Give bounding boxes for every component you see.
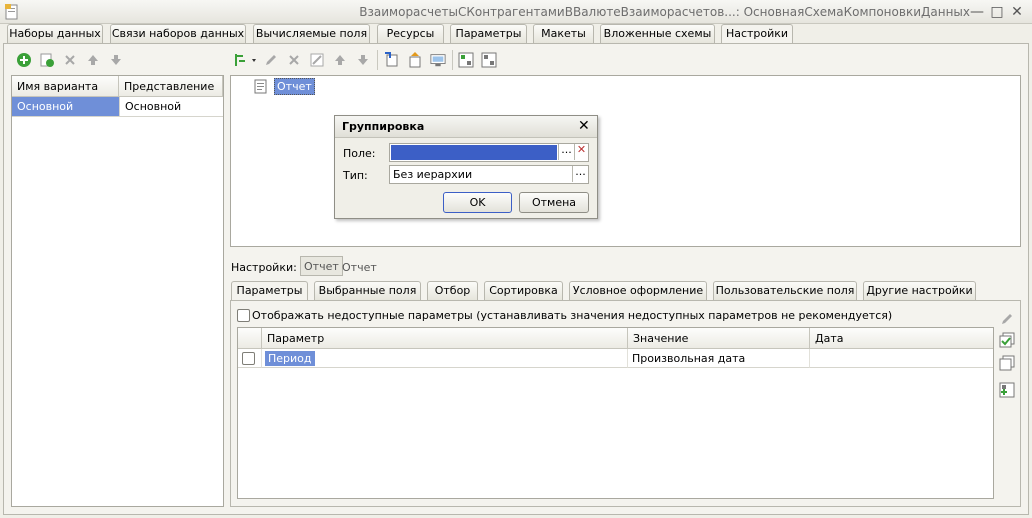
parameter-name: Период bbox=[265, 351, 315, 366]
dialog-title: Группировка bbox=[335, 116, 597, 138]
close-icon[interactable]: ✕ bbox=[1008, 3, 1026, 21]
move-to-parent-icon[interactable] bbox=[407, 52, 423, 68]
show-unavailable-label: Отображать недоступные параметры (устана… bbox=[252, 309, 893, 322]
window-title: ВзаиморасчетыСКонтрагентамиВВалютеВзаимо… bbox=[359, 5, 970, 19]
toolbar-separator bbox=[452, 50, 453, 70]
type-select[interactable]: Без иерархии ... bbox=[389, 165, 589, 184]
minimize-icon[interactable]: — bbox=[968, 3, 986, 21]
edit-param-icon[interactable] bbox=[999, 311, 1015, 327]
value-cell[interactable]: Произвольная дата bbox=[628, 349, 810, 368]
tab-resources[interactable]: Ресурсы bbox=[377, 24, 444, 43]
date-cell[interactable] bbox=[810, 349, 993, 368]
add-param-icon[interactable] bbox=[999, 382, 1015, 398]
column-header-parameter[interactable]: Параметр bbox=[262, 328, 628, 349]
move-down-item-icon[interactable] bbox=[355, 52, 371, 68]
move-down-icon[interactable] bbox=[108, 52, 124, 68]
tab-sort[interactable]: Сортировка bbox=[484, 281, 563, 300]
column-header-presentation[interactable]: Представление bbox=[119, 76, 223, 97]
cancel-button[interactable]: Отмена bbox=[519, 192, 589, 213]
column-header-date[interactable]: Дата bbox=[810, 328, 993, 349]
properties-icon[interactable] bbox=[309, 52, 325, 68]
params-table: Параметр Значение Дата Период Произвольн… bbox=[237, 327, 994, 499]
title-bar: ВзаиморасчетыСКонтрагентамиВВалютеВзаимо… bbox=[0, 0, 1032, 24]
move-up-item-icon[interactable] bbox=[332, 52, 348, 68]
ok-button[interactable]: OK bbox=[443, 192, 512, 213]
tab-data-set-links[interactable]: Связи наборов данных bbox=[110, 24, 246, 43]
settings-label: Настройки: bbox=[231, 261, 297, 274]
add-icon[interactable] bbox=[16, 52, 32, 68]
column-header-value[interactable]: Значение bbox=[628, 328, 810, 349]
variants-table: Имя варианта Представление Основной Осно… bbox=[11, 75, 224, 507]
field-label: Поле: bbox=[343, 147, 376, 160]
tab-settings[interactable]: Настройки bbox=[721, 24, 793, 44]
edit-icon[interactable] bbox=[263, 52, 279, 68]
uncheck-all-icon[interactable] bbox=[999, 355, 1015, 371]
add-grouping-icon[interactable] bbox=[233, 52, 259, 68]
variant-name-cell[interactable]: Основной bbox=[12, 97, 119, 117]
show-unavailable-checkbox[interactable] bbox=[237, 309, 250, 322]
tab-other-settings[interactable]: Другие настройки bbox=[863, 281, 976, 300]
select-field-button[interactable]: ... bbox=[558, 144, 574, 160]
field-input[interactable]: ... ✕ bbox=[389, 143, 589, 162]
tab-filter[interactable]: Отбор bbox=[427, 281, 478, 300]
report-node[interactable]: Отчет bbox=[274, 78, 315, 95]
dialog-close-icon[interactable]: ✕ bbox=[578, 119, 590, 133]
check-all-icon[interactable] bbox=[999, 332, 1015, 348]
select-type-button[interactable]: ... bbox=[572, 166, 588, 182]
variant-presentation-cell[interactable]: Основной bbox=[119, 97, 223, 117]
field-settings-icon[interactable] bbox=[481, 52, 497, 68]
move-up-icon[interactable] bbox=[85, 52, 101, 68]
tab-parameters[interactable]: Параметры bbox=[450, 24, 527, 43]
tab-conditional-format[interactable]: Условное оформление bbox=[569, 281, 707, 300]
tab-data-sets[interactable]: Наборы данных bbox=[7, 24, 103, 43]
tab-nested-schemas[interactable]: Вложенные схемы bbox=[600, 24, 715, 43]
tab-user-fields[interactable]: Пользовательские поля bbox=[713, 281, 857, 300]
tab-params[interactable]: Параметры bbox=[231, 281, 308, 301]
report-node-icon bbox=[254, 79, 268, 98]
parameter-cell[interactable]: Период bbox=[262, 349, 628, 368]
column-header-variant-name[interactable]: Имя варианта bbox=[12, 76, 119, 97]
maximize-icon[interactable]: □ bbox=[988, 3, 1006, 21]
type-label: Тип: bbox=[343, 169, 368, 182]
current-element-icon[interactable] bbox=[384, 52, 400, 68]
tab-layouts[interactable]: Макеты bbox=[533, 24, 594, 43]
add-field-icon[interactable] bbox=[458, 52, 474, 68]
delete-icon[interactable] bbox=[62, 52, 78, 68]
clear-field-icon[interactable]: ✕ bbox=[574, 144, 588, 160]
tab-selected-fields[interactable]: Выбранные поля bbox=[314, 281, 421, 300]
tab-calculated-fields[interactable]: Вычисляемые поля bbox=[253, 24, 370, 43]
table-row-checkbox-cell bbox=[238, 349, 262, 368]
settings-report[interactable]: Отчет bbox=[342, 261, 377, 274]
toolbar-separator bbox=[377, 50, 378, 70]
view-mode-icon[interactable] bbox=[430, 52, 446, 68]
column-header-check[interactable] bbox=[238, 328, 262, 349]
delete-item-icon[interactable] bbox=[286, 52, 302, 68]
type-value: Без иерархии bbox=[393, 168, 473, 181]
settings-report-active[interactable]: Отчет bbox=[300, 256, 343, 276]
row-use-checkbox[interactable] bbox=[242, 352, 255, 365]
copy-icon[interactable] bbox=[39, 52, 55, 68]
app-icon bbox=[5, 4, 19, 20]
grouping-dialog: Группировка ✕ Поле: ... ✕ Тип: Без иерар… bbox=[334, 115, 598, 219]
field-input-selection bbox=[391, 145, 557, 160]
